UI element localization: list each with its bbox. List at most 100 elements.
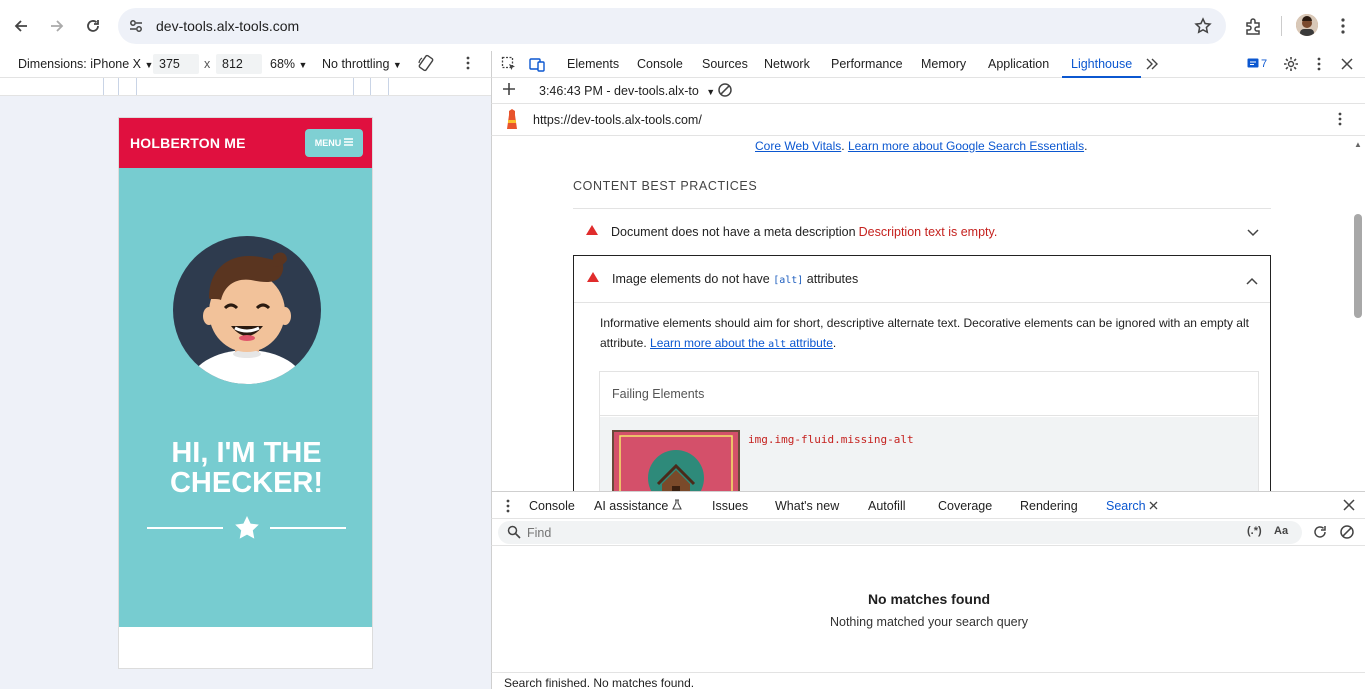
tab-elements[interactable]: Elements — [567, 57, 619, 71]
drawer-tab-autofill[interactable]: Autofill — [868, 499, 906, 513]
failing-elements-table: Failing Elements img.img-fluid.missing-a… — [599, 371, 1259, 491]
tab-lighthouse[interactable]: Lighthouse — [1061, 57, 1142, 78]
clear-search-icon[interactable] — [1339, 524, 1355, 543]
audit-image-alt-header[interactable]: Image elements do not have [alt] attribu… — [574, 256, 1270, 303]
chrome-menu-icon[interactable] — [1330, 13, 1356, 39]
drawer-tab-rendering[interactable]: Rendering — [1020, 499, 1078, 513]
ruler-tick — [136, 78, 137, 95]
devtools-menu-icon[interactable] — [1310, 55, 1328, 73]
drawer-tab-search[interactable]: Search — [1097, 499, 1167, 521]
search-input[interactable] — [498, 521, 1302, 544]
zoom-select[interactable]: 68% ▼ — [270, 57, 307, 71]
report-scrollbar[interactable]: ▲ — [1353, 136, 1363, 491]
device-viewport: HOLBERTON ME MENU HI, I'M THE CHECKER! — [0, 96, 491, 689]
tab-network[interactable]: Network — [764, 57, 810, 71]
profile-avatar[interactable] — [1296, 14, 1318, 36]
extensions-icon[interactable] — [1240, 13, 1266, 39]
scroll-up-arrow-icon[interactable]: ▲ — [1354, 140, 1362, 149]
device-label[interactable]: Dimensions: iPhone X — [18, 57, 141, 71]
rotate-icon[interactable] — [417, 54, 435, 75]
ruler-tick — [370, 78, 371, 95]
throttle-label[interactable]: No throttling — [322, 57, 389, 71]
audit-title[interactable]: Document does not have a meta descriptio… — [611, 225, 997, 239]
search-find-bar: (.*) Aa — [491, 519, 1365, 546]
chevron-down-icon: ▼ — [706, 87, 716, 97]
url-text[interactable]: dev-tools.alx-tools.com — [156, 18, 299, 34]
scrollbar-thumb[interactable] — [1354, 214, 1362, 318]
back-icon[interactable] — [8, 13, 34, 39]
issues-counter[interactable]: 7 — [1244, 55, 1270, 73]
failing-element-row[interactable]: img.img-fluid.missing-alt — [600, 417, 1258, 491]
device-select[interactable]: Dimensions: iPhone X ▼ — [18, 57, 153, 71]
drawer-tab-coverage[interactable]: Coverage — [938, 499, 992, 513]
close-tab-icon[interactable] — [1149, 499, 1158, 513]
height-input[interactable]: 812 — [216, 54, 262, 74]
failing-selector[interactable]: img.img-fluid.missing-alt — [748, 433, 914, 446]
inspect-element-icon[interactable] — [500, 55, 518, 73]
devtools-tab-bar: Elements Console Sources Network Perform… — [491, 51, 1365, 78]
width-input[interactable]: 375 — [153, 54, 199, 74]
chevron-up-icon[interactable] — [1246, 273, 1258, 288]
core-web-vitals-link[interactable]: Core Web Vitals — [755, 139, 841, 153]
hero-section: HI, I'M THE CHECKER! — [119, 168, 372, 627]
dimension-separator: x — [204, 57, 211, 71]
zoom-label[interactable]: 68% — [270, 57, 295, 71]
address-bar[interactable]: dev-tools.alx-tools.com — [118, 8, 1226, 44]
chevron-down-icon: ▼ — [298, 60, 308, 70]
drawer-tab-ai-assistance[interactable]: AI assistance — [594, 499, 682, 513]
more-options-icon[interactable] — [466, 56, 470, 73]
clear-reports-icon[interactable] — [717, 82, 733, 101]
new-report-icon[interactable] — [502, 82, 516, 99]
forward-icon[interactable] — [44, 13, 70, 39]
link-text: Learn more about the — [650, 336, 769, 350]
bookmark-star-icon[interactable] — [1194, 17, 1212, 38]
menu-button[interactable]: MENU — [305, 129, 363, 157]
audit-title-text: attributes — [803, 272, 859, 286]
report-menu-icon[interactable] — [1338, 112, 1342, 129]
lighthouse-url-bar: https://dev-tools.alx-tools.com/ — [491, 104, 1365, 136]
report-selector[interactable]: 3:46:43 PM - dev-tools.alx-to ▼ — [539, 84, 715, 98]
tab-application[interactable]: Application — [988, 57, 1049, 71]
learn-more-alt-link[interactable]: Learn more about the alt attribute — [650, 336, 833, 350]
tab-memory[interactable]: Memory — [921, 57, 966, 71]
reload-icon[interactable] — [80, 13, 106, 39]
menu-label: MENU — [314, 138, 342, 148]
tab-performance[interactable]: Performance — [831, 57, 903, 71]
settings-gear-icon[interactable] — [1282, 55, 1300, 73]
fail-triangle-icon — [587, 272, 599, 282]
audit-divider — [574, 302, 1270, 303]
audit-title-text: Document does not have a meta descriptio… — [611, 225, 856, 239]
chevron-down-icon[interactable] — [1247, 225, 1259, 240]
drawer-tab-label: Search — [1106, 499, 1146, 513]
hamburger-icon — [344, 138, 354, 148]
ruler-tick — [353, 78, 354, 95]
report-url[interactable]: https://dev-tools.alx-tools.com/ — [533, 113, 702, 127]
audit-title[interactable]: Image elements do not have [alt] attribu… — [612, 272, 858, 286]
audit-display-value: Description text is empty. — [858, 225, 998, 239]
search-essentials-link[interactable]: Learn more about Google Search Essential… — [848, 139, 1084, 153]
regex-toggle[interactable]: (.*) — [1247, 525, 1262, 537]
device-toolbar-icon[interactable] — [528, 55, 546, 73]
audit-meta-description[interactable]: Document does not have a meta descriptio… — [573, 209, 1271, 256]
refresh-icon[interactable] — [1312, 524, 1328, 543]
drawer-tab-console[interactable]: Console — [529, 499, 575, 513]
report-time[interactable]: 3:46:43 PM - dev-tools.alx-to — [539, 84, 699, 98]
media-query-ruler — [0, 78, 491, 96]
search-icon — [507, 525, 521, 542]
audit-code: [alt] — [773, 275, 804, 286]
case-sensitive-toggle[interactable]: Aa — [1274, 525, 1288, 537]
tab-sources[interactable]: Sources — [702, 57, 748, 71]
drawer-menu-icon[interactable] — [506, 499, 510, 516]
link-separator: . — [841, 139, 848, 153]
drawer-tab-whats-new[interactable]: What's new — [775, 499, 839, 513]
no-matches-subtitle: Nothing matched your search query — [829, 615, 1029, 629]
ruler-tick — [103, 78, 104, 95]
close-drawer-icon[interactable] — [1343, 499, 1355, 514]
site-brand[interactable]: HOLBERTON ME — [130, 135, 246, 151]
tab-console[interactable]: Console — [637, 57, 683, 71]
more-tabs-icon[interactable] — [1143, 55, 1161, 73]
throttle-select[interactable]: No throttling ▼ — [322, 57, 402, 71]
drawer-tab-issues[interactable]: Issues — [712, 499, 748, 513]
site-settings-icon[interactable] — [128, 18, 144, 37]
close-devtools-icon[interactable] — [1338, 55, 1356, 73]
